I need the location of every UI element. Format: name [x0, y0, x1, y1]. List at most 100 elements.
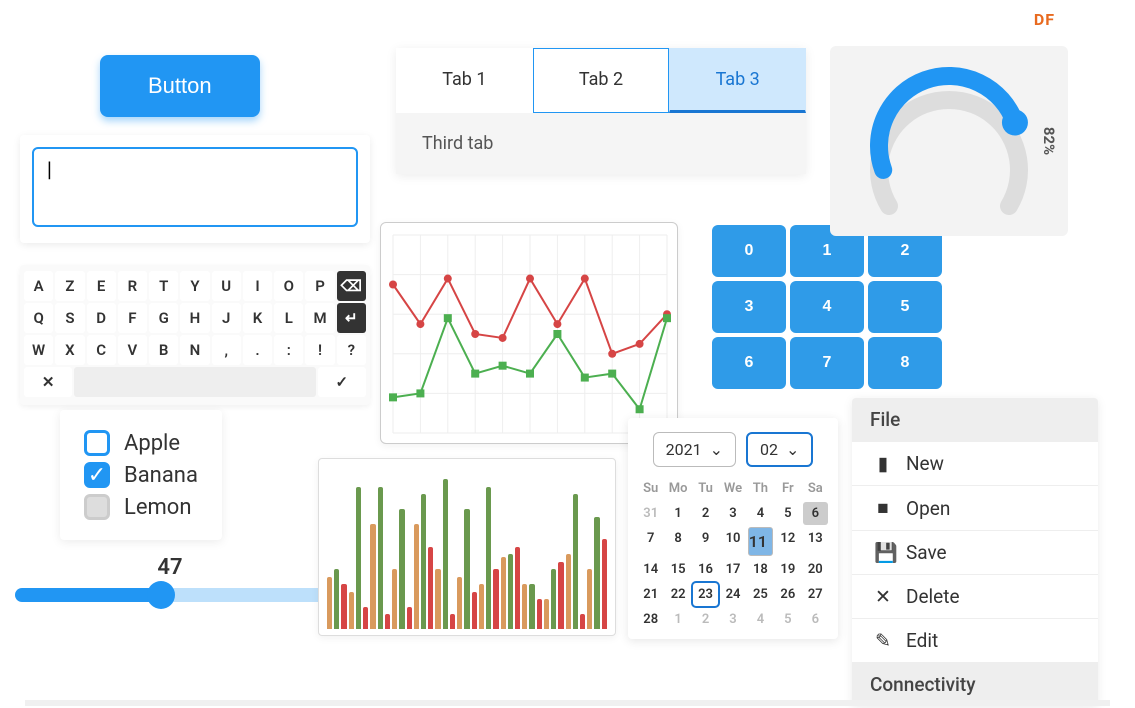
kbd-space[interactable] — [74, 367, 315, 397]
tab-2[interactable]: Tab 2 — [533, 48, 670, 113]
kbd-key-r[interactable]: R — [118, 271, 147, 301]
cal-day[interactable]: 16 — [693, 558, 718, 581]
bar — [356, 487, 361, 630]
year-select[interactable]: 2021⌄ — [653, 432, 736, 467]
kbd-key-.[interactable]: . — [243, 335, 272, 365]
checkbox-banana[interactable]: ✓Banana — [84, 462, 198, 488]
checkbox-apple[interactable]: Apple — [84, 430, 198, 456]
cal-day[interactable]: 19 — [775, 558, 800, 581]
bar — [457, 577, 462, 630]
slider[interactable]: 47 — [15, 555, 325, 602]
month-select[interactable]: 02⌄ — [746, 432, 813, 467]
kbd-key-j[interactable]: J — [212, 303, 241, 333]
kbd-key-a[interactable]: A — [24, 271, 53, 301]
kbd-key-g[interactable]: G — [149, 303, 178, 333]
cal-day[interactable]: 5 — [775, 502, 800, 525]
kbd-key-m[interactable]: M — [305, 303, 334, 333]
bar — [399, 509, 404, 629]
kbd-key-k[interactable]: K — [243, 303, 272, 333]
calendar: 2021⌄ 02⌄ SuMoTuWeThFrSa3112345678910111… — [628, 418, 838, 639]
kbd-key-c[interactable]: C — [87, 335, 116, 365]
bar — [378, 487, 383, 630]
cal-day[interactable]: 15 — [665, 558, 690, 581]
primary-button[interactable]: Button — [100, 55, 260, 117]
numpad-3[interactable]: 3 — [712, 281, 786, 333]
cal-day[interactable]: 27 — [803, 583, 828, 606]
kbd-key-![interactable]: ! — [305, 335, 334, 365]
cal-day[interactable]: 14 — [638, 558, 663, 581]
kbd-key-i[interactable]: I — [243, 271, 272, 301]
tab-3[interactable]: Tab 3 — [669, 48, 806, 113]
numpad-7[interactable]: 7 — [790, 337, 864, 389]
bar — [493, 569, 498, 629]
cal-day[interactable]: 1 — [665, 502, 690, 525]
cal-day[interactable]: 13 — [803, 527, 828, 556]
kbd-key-q[interactable]: Q — [24, 303, 53, 333]
cal-day[interactable]: 23 — [693, 583, 718, 606]
tab-1[interactable]: Tab 1 — [396, 48, 533, 113]
kbd-key-↵[interactable]: ↵ — [337, 303, 366, 333]
cal-day[interactable]: 24 — [720, 583, 745, 606]
kbd-key-e[interactable]: E — [87, 271, 116, 301]
cal-day[interactable]: 17 — [720, 558, 745, 581]
slider-track[interactable] — [15, 588, 325, 602]
cal-day[interactable]: 28 — [638, 608, 663, 631]
numpad-5[interactable]: 5 — [868, 281, 942, 333]
kbd-key-d[interactable]: D — [87, 303, 116, 333]
cal-day[interactable]: 7 — [638, 527, 663, 556]
numpad-8[interactable]: 8 — [868, 337, 942, 389]
menu-item-label: Delete — [906, 585, 960, 608]
menu-item-edit[interactable]: ✎Edit — [852, 619, 1098, 662]
menu-item-delete[interactable]: ✕Delete — [852, 575, 1098, 618]
kbd-ok[interactable]: ✓ — [318, 367, 366, 397]
kbd-key-l[interactable]: L — [274, 303, 303, 333]
cal-day[interactable]: 18 — [748, 558, 773, 581]
slider-thumb[interactable] — [147, 581, 175, 609]
cal-day[interactable]: 22 — [665, 583, 690, 606]
kbd-key-b[interactable]: B — [149, 335, 178, 365]
menu-item-new[interactable]: ▮New — [852, 442, 1098, 485]
kbd-key-y[interactable]: Y — [180, 271, 209, 301]
kbd-key-s[interactable]: S — [55, 303, 84, 333]
kbd-key-w[interactable]: W — [24, 335, 53, 365]
cal-day[interactable]: 26 — [775, 583, 800, 606]
cal-day[interactable]: 21 — [638, 583, 663, 606]
cal-day[interactable]: 9 — [693, 527, 718, 556]
bar — [573, 494, 578, 629]
cal-day[interactable]: 11 — [748, 527, 773, 556]
kbd-key-o[interactable]: O — [274, 271, 303, 301]
numpad-6[interactable]: 6 — [712, 337, 786, 389]
kbd-cancel[interactable]: ✕ — [24, 367, 72, 397]
cal-day[interactable]: 4 — [748, 502, 773, 525]
cal-day[interactable]: 12 — [775, 527, 800, 556]
cal-day[interactable]: 10 — [720, 527, 745, 556]
menu-item-save[interactable]: 💾Save — [852, 531, 1098, 574]
kbd-key-?[interactable]: ? — [337, 335, 366, 365]
kbd-key-:[interactable]: : — [274, 335, 303, 365]
text-input[interactable]: | — [32, 147, 358, 227]
kbd-key-x[interactable]: X — [55, 335, 84, 365]
kbd-key-h[interactable]: H — [180, 303, 209, 333]
kbd-key-t[interactable]: T — [149, 271, 178, 301]
cal-day[interactable]: 20 — [803, 558, 828, 581]
chevron-down-icon: ⌄ — [710, 440, 723, 459]
cal-day[interactable]: 25 — [748, 583, 773, 606]
cal-day[interactable]: 6 — [803, 502, 828, 525]
cal-day[interactable]: 8 — [665, 527, 690, 556]
kbd-key-f[interactable]: F — [118, 303, 147, 333]
bar — [594, 517, 599, 630]
cal-day[interactable]: 3 — [720, 502, 745, 525]
numpad-0[interactable]: 0 — [712, 225, 786, 277]
cal-day[interactable]: 2 — [693, 502, 718, 525]
kbd-key-n[interactable]: N — [180, 335, 209, 365]
numpad-4[interactable]: 4 — [790, 281, 864, 333]
kbd-key-z[interactable]: Z — [55, 271, 84, 301]
menu-item-open[interactable]: ■Open — [852, 486, 1098, 530]
tab-content: Third tab — [396, 113, 806, 174]
kbd-key-⌫[interactable]: ⌫ — [337, 271, 366, 301]
kbd-key-,[interactable]: , — [212, 335, 241, 365]
bar-group — [587, 517, 607, 630]
kbd-key-u[interactable]: U — [212, 271, 241, 301]
kbd-key-p[interactable]: P — [305, 271, 334, 301]
kbd-key-v[interactable]: V — [118, 335, 147, 365]
